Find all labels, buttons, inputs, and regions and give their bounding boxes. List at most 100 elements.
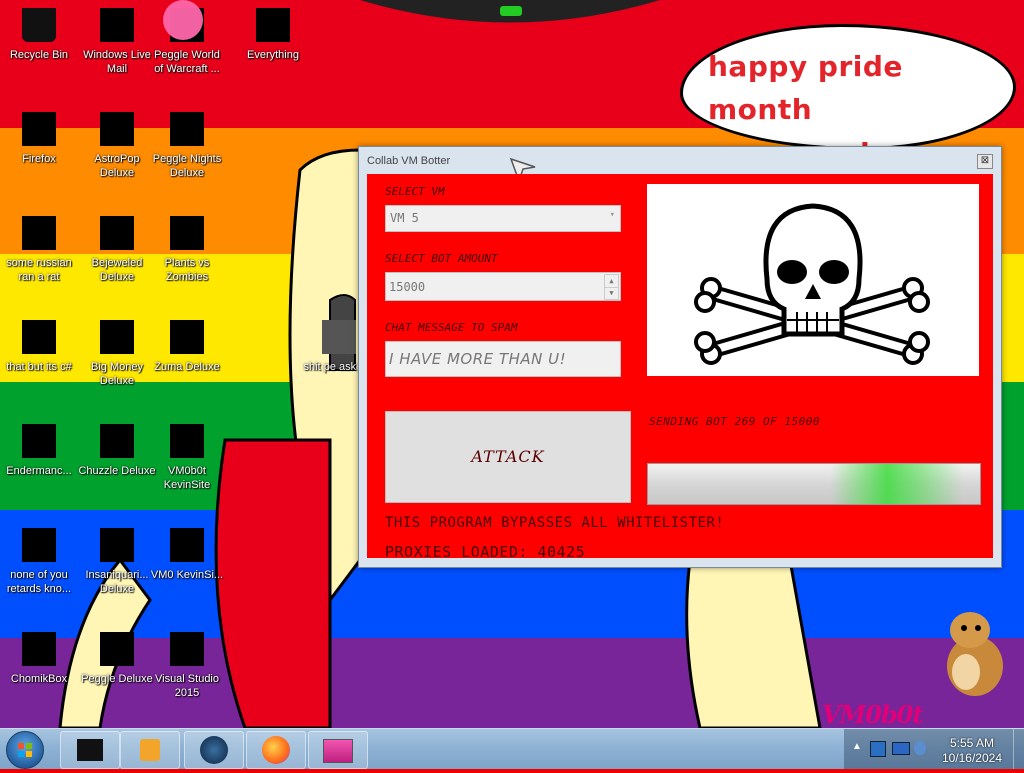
file-icon [170,528,204,562]
desktop-icon-everything[interactable]: Everything [234,2,312,62]
vm-select-value: VM 5 [390,211,419,225]
sending-status: SENDING BOT 269 OF 15000 [649,415,820,428]
peggle-deluxe-icon [100,632,134,666]
stepper-up-icon[interactable]: ▲ [604,274,619,288]
clock-time[interactable]: 5:55 AM [950,736,994,750]
vm-select[interactable]: VM 5 ▾ [385,205,621,232]
desktop-icon-label: Recycle Bin [9,49,69,61]
progress-bar [647,463,981,505]
desktop-icon-vm0b0t-kevinsite[interactable]: VM0b0t KevinSite [148,418,226,492]
bot-amount-value: 15000 [389,280,426,294]
show-hidden-icons-icon[interactable]: ▲ [852,741,862,752]
desktop-icon-visual-studio[interactable]: Visual Studio 2015 [148,626,226,700]
terminal-icon [77,739,103,761]
desktop-icon-that-but-its-csharp[interactable]: that but its c# [0,314,78,374]
peggle-icon [163,0,204,42]
chevron-down-icon: ▾ [609,210,615,220]
taskbar: ▲ 5:55 AM 10/16/2024 [0,728,1024,769]
visual-studio-icon [170,632,204,666]
bot-amount-stepper[interactable]: 15000 ▲ ▼ [385,272,621,301]
folder-icon [22,320,56,354]
desktop-icon-label: none of you retards kno... [6,569,72,595]
mail-icon [100,8,134,42]
start-button[interactable] [6,731,44,769]
chat-message-input[interactable]: I HAVE MORE THAN U! [385,341,621,377]
chomikbox-icon [22,632,56,666]
folder-icon [322,320,356,354]
vm0b0t-logo: VM0b0t [822,700,923,729]
desktop-icon-windows-live-mail[interactable]: Windows Live Mail [78,2,156,76]
botter-window: Collab VM Botter ⊠ SELECT VM VM 5 ▾ SELE… [358,146,1002,568]
desktop-icon-chomikbox[interactable]: ChomikBox [0,626,78,686]
desktop-icon-endermanch[interactable]: Endermanc... [0,418,78,478]
chuzzle-icon [100,424,134,458]
app-window-icon [323,739,353,763]
taskbar-button-media-player[interactable] [120,731,180,769]
desktop-icon-label: Everything [247,49,299,61]
desktop-icon-label: ChomikBox [10,673,68,685]
skull-crossbones-icon [694,203,930,365]
desktop-icon-label: Endermanc... [6,465,72,477]
network-icon[interactable] [870,741,886,757]
bejeweled-icon [100,216,134,250]
globe-icon [200,736,228,764]
desktop-icon-astropop[interactable]: AstroPop Deluxe [78,106,156,180]
clock-date[interactable]: 10/16/2024 [942,751,1002,765]
desktop-icon-none-of-you[interactable]: none of you retards kno... [0,522,78,596]
show-desktop-button[interactable] [1013,729,1024,769]
system-tray: ▲ 5:55 AM 10/16/2024 [844,729,1024,769]
bypass-text: THIS PROGRAM BYPASSES ALL WHITELISTER! [385,515,725,531]
attack-button[interactable]: ATTACK [385,411,631,503]
desktop-icon-label: some russian ran a rat [6,257,72,283]
firefox-icon [262,736,290,764]
zuma-icon [170,320,204,354]
window-client-area: SELECT VM VM 5 ▾ SELECT BOT AMOUNT 15000… [367,174,993,561]
monitor-icon[interactable] [892,742,910,755]
vm0b0t-icon [170,424,204,458]
desktop-icon-label: VM0 KevinSi... [150,569,224,581]
hamster-image [947,612,1003,696]
desktop-icon-label: Peggle Deluxe [81,673,153,685]
desktop-icon-vm0-kevinsite[interactable]: VM0 KevinSi... [148,522,226,582]
desktop-icon-label: Chuzzle Deluxe [78,465,156,477]
desktop-icon-insaniquarium[interactable]: Insaniquari... Deluxe [78,522,156,596]
desktop-icon-label: that but its c# [6,361,72,373]
desktop-icon-label: Big Money Deluxe [91,361,143,387]
window-title: Collab VM Botter [367,155,451,167]
desktop-icon-peggle-wow[interactable]: Peggle World of Warcraft ... [148,0,226,76]
desktop-icon-peggle-nights[interactable]: Peggle Nights Deluxe [148,106,226,180]
bot-amount-label: SELECT BOT AMOUNT [385,252,498,265]
desktop-icon-label: Firefox [22,153,56,165]
stepper-down-icon[interactable]: ▼ [604,287,619,300]
desktop-icon-firefox[interactable]: Firefox [0,106,78,166]
progress-fill [648,464,980,504]
desktop-icon-label: Zuma Deluxe [154,361,220,373]
taskbar-button-globe[interactable] [184,731,244,769]
taskbar-button-terminal[interactable] [60,731,120,769]
select-vm-label: SELECT VM [385,185,445,198]
desktop-icon-chuzzle[interactable]: Chuzzle Deluxe [78,418,156,478]
windows-logo-icon [18,743,32,757]
terminal-icon [22,424,56,458]
chat-message-label: CHAT MESSAGE TO SPAM [385,321,518,334]
desktop-icon-bejeweled[interactable]: Bejeweled Deluxe [78,210,156,284]
skull-image [647,184,979,376]
desktop-icon-label: Peggle Nights Deluxe [152,153,222,179]
desktop-icon-peggle-deluxe[interactable]: Peggle Deluxe [78,626,156,686]
desktop-icon-recycle-bin[interactable]: Recycle Bin [0,2,78,62]
pvz-icon [170,216,204,250]
volume-icon[interactable] [914,741,926,755]
close-button[interactable]: ⊠ [977,154,993,169]
big-money-icon [100,320,134,354]
desktop-icon-big-money[interactable]: Big Money Deluxe [78,314,156,388]
desktop-icon-label: VM0b0t KevinSite [163,465,211,491]
taskbar-button-firefox[interactable] [246,731,306,769]
desktop-icon-plants-vs-zombies[interactable]: Plants vs Zombies [148,210,226,284]
chat-message-value: I HAVE MORE THAN U! [389,350,567,368]
desktop-icon-russian-rat[interactable]: some russian ran a rat [0,210,78,284]
desktop-icon-label: Visual Studio 2015 [154,673,219,699]
desktop-icon-zuma[interactable]: Zuma Deluxe [148,314,226,374]
astropop-icon [100,112,134,146]
peggle-nights-icon [170,112,204,146]
taskbar-button-botter[interactable] [308,731,368,769]
